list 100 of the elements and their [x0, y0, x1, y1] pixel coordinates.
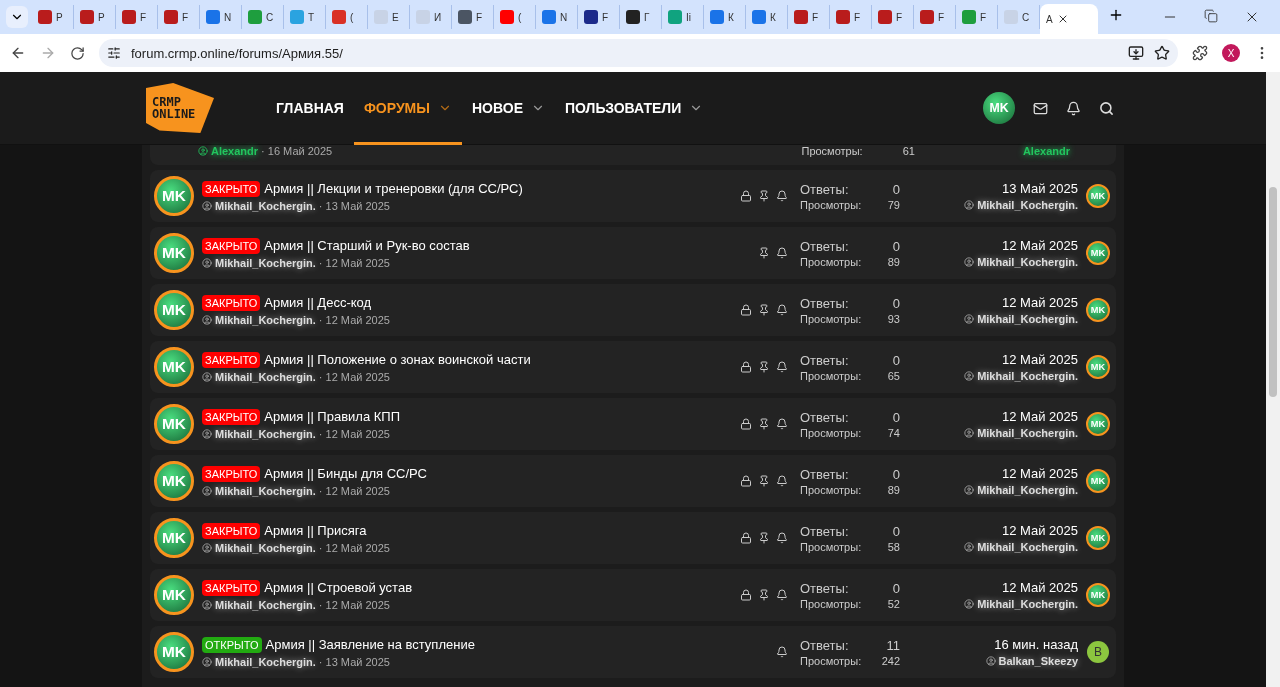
- browser-tab[interactable]: F: [788, 5, 830, 29]
- scrollbar-thumb[interactable]: [1269, 187, 1277, 397]
- author-name[interactable]: Mikhail_Kochergin.: [215, 313, 316, 326]
- browser-tab[interactable]: F: [158, 5, 200, 29]
- thread-row[interactable]: MK ЗАКРЫТО Армия || Лекции и тренеровки (для СС/РС) Mikhail_Kochergin. · 13 Май 2025 Ответы: 0 Просмотры: 79 13 Май 2025 Mikhail_Kochergin. MK: [150, 170, 1116, 222]
- site-settings-icon[interactable]: [107, 46, 121, 60]
- thread-title[interactable]: Армия || Десс-код: [264, 295, 372, 310]
- author-name[interactable]: Mikhail_Kochergin.: [977, 484, 1078, 496]
- thread-row[interactable]: MK ОТКРЫТО Армия || Заявление на вступление Mikhail_Kochergin. · 13 Май 2025 Ответы: 11 Просмотры: 242 16 мин. назад Balkan_Skeezy B: [150, 626, 1116, 678]
- thread-date: · 12 Май 2025: [318, 427, 390, 440]
- last-post-date[interactable]: 12 Май 2025: [1001, 523, 1078, 538]
- profile-button[interactable]: X: [1222, 44, 1240, 62]
- author-name[interactable]: Mikhail_Kochergin.: [215, 199, 316, 212]
- author-name[interactable]: Mikhail_Kochergin.: [215, 484, 316, 497]
- browser-tab[interactable]: N: [536, 5, 578, 29]
- author-name[interactable]: Mikhail_Kochergin.: [977, 370, 1078, 382]
- restore-icon[interactable]: [1204, 9, 1218, 23]
- last-post-date[interactable]: 16 мин. назад: [994, 637, 1078, 652]
- bookmark-icon[interactable]: [1154, 45, 1170, 61]
- user-icon: [964, 428, 975, 438]
- browser-tab[interactable]: С: [998, 5, 1040, 29]
- last-post-date[interactable]: 12 Май 2025: [1001, 466, 1078, 481]
- nav-tab[interactable]: ПОЛЬЗОВАТЕЛИ: [555, 72, 714, 145]
- address-bar[interactable]: forum.crmp.online/forums/Армия.55/: [99, 39, 1178, 67]
- last-post-date[interactable]: 12 Май 2025: [1001, 238, 1078, 253]
- author-name[interactable]: Mikhail_Kochergin.: [977, 598, 1078, 610]
- browser-tab[interactable]: F: [452, 5, 494, 29]
- author-name[interactable]: Alexandr: [211, 145, 259, 157]
- thread-row[interactable]: Alexandr · 16 Май 2025 Просмотры: 61 Alexandr: [150, 145, 1116, 165]
- user-icon: [202, 656, 212, 667]
- author-name[interactable]: Mikhail_Kochergin.: [215, 655, 316, 668]
- thread-title[interactable]: Армия || Присяга: [264, 523, 367, 538]
- browser-tab[interactable]: Е: [368, 5, 410, 29]
- browser-tab[interactable]: N: [200, 5, 242, 29]
- browser-tab[interactable]: F: [116, 5, 158, 29]
- thread-title[interactable]: Армия || Правила КПП: [264, 409, 401, 424]
- thread-title[interactable]: Армия || Строевой устав: [264, 580, 413, 595]
- author-name[interactable]: Mikhail_Kochergin.: [215, 598, 316, 611]
- thread-row[interactable]: MK ЗАКРЫТО Армия || Старший и Рук-во состав Mikhail_Kochergin. · 12 Май 2025 Ответы: 0 Просмотры: 89 12 Май 2025 Mikhail_Kochergin. MK: [150, 227, 1116, 279]
- new-tab-icon[interactable]: [1108, 7, 1124, 23]
- author-name[interactable]: Alexandr: [1022, 145, 1070, 157]
- browser-tab[interactable]: Г: [620, 5, 662, 29]
- thread-row[interactable]: MK ЗАКРЫТО Армия || Присяга Mikhail_Kochergin. · 12 Май 2025 Ответы: 0 Просмотры: 58 12 Май 2025 Mikhail_Kochergin. MK: [150, 512, 1116, 564]
- browser-tab[interactable]: Т: [284, 5, 326, 29]
- views-label: Просмотры:: [800, 597, 863, 610]
- author-name[interactable]: Mikhail_Kochergin.: [215, 370, 316, 383]
- author-name[interactable]: Mikhail_Kochergin.: [977, 256, 1078, 268]
- site-logo[interactable]: CRMP ONLINE: [146, 83, 214, 133]
- last-post-date[interactable]: 12 Май 2025: [1001, 295, 1078, 310]
- author-name[interactable]: Balkan_Skeezy: [998, 655, 1078, 667]
- browser-tab[interactable]: Іі: [662, 5, 704, 29]
- browser-tab[interactable]: F: [872, 5, 914, 29]
- thread-title[interactable]: Армия || Лекции и тренеровки (для СС/РС): [264, 181, 523, 196]
- mail-icon[interactable]: [1033, 100, 1048, 116]
- nav-tab[interactable]: НОВОЕ: [462, 72, 555, 145]
- browser-tab[interactable]: Р: [32, 5, 74, 29]
- browser-tab[interactable]: С: [242, 5, 284, 29]
- back-icon[interactable]: [10, 45, 26, 61]
- user-avatar[interactable]: B: [1087, 641, 1109, 663]
- reload-icon[interactable]: [70, 45, 85, 61]
- last-post-date[interactable]: 12 Май 2025: [1001, 352, 1078, 367]
- search-icon[interactable]: [1099, 100, 1114, 116]
- thread-title[interactable]: Армия || Заявление на вступление: [265, 637, 475, 652]
- browser-tab[interactable]: Р: [74, 5, 116, 29]
- browser-tab[interactable]: А: [1040, 4, 1098, 34]
- thread-row[interactable]: MK ЗАКРЫТО Армия || Бинды для СС/РС Mikhail_Kochergin. · 12 Май 2025 Ответы: 0 Просмотры: 89 12 Май 2025 Mikhail_Kochergin. MK: [150, 455, 1116, 507]
- browser-tab[interactable]: F: [956, 5, 998, 29]
- browser-tab[interactable]: И: [410, 5, 452, 29]
- author-name[interactable]: Mikhail_Kochergin.: [977, 313, 1078, 325]
- replies-count: 0: [891, 181, 900, 197]
- status-label: ЗАКРЫТО: [202, 237, 261, 254]
- last-post-date[interactable]: 13 Май 2025: [1001, 181, 1078, 196]
- thread-title[interactable]: Армия || Старший и Рук-во состав: [264, 238, 470, 253]
- thread-row[interactable]: MK ЗАКРЫТО Армия || Правила КПП Mikhail_Kochergin. · 12 Май 2025 Ответы: 0 Просмотры: 74 12 Май 2025 Mikhail_Kochergin. MK: [150, 398, 1116, 450]
- author-name[interactable]: Mikhail_Kochergin.: [215, 427, 316, 440]
- nav-tab[interactable]: ГЛАВНАЯ: [266, 72, 354, 145]
- author-name[interactable]: Mikhail_Kochergin.: [215, 256, 316, 269]
- author-name[interactable]: Mikhail_Kochergin.: [977, 427, 1078, 439]
- thread-row[interactable]: MK ЗАКРЫТО Армия || Положение о зонах воинской части Mikhail_Kochergin. · 12 Май 2025 Ответы: 0 Просмотры: 65 12 Май 2025 Mikhail_Kochergin. MK: [150, 341, 1116, 393]
- browser-tab[interactable]: К: [704, 5, 746, 29]
- browser-tab[interactable]: F: [914, 5, 956, 29]
- thread-title[interactable]: Армия || Бинды для СС/РС: [264, 466, 427, 481]
- thread-row[interactable]: MK ЗАКРЫТО Армия || Десс-код Mikhail_Kochergin. · 12 Май 2025 Ответы: 0 Просмотры: 93 12 Май 2025 Mikhail_Kochergin. MK: [150, 284, 1116, 336]
- browser-tab[interactable]: F: [830, 5, 872, 29]
- last-post-date[interactable]: 12 Май 2025: [1001, 580, 1078, 595]
- author-name[interactable]: Mikhail_Kochergin.: [977, 199, 1078, 211]
- thread-title[interactable]: Армия || Положение о зонах воинской части: [264, 352, 531, 367]
- browser-tab[interactable]: К: [746, 5, 788, 29]
- author-name[interactable]: Mikhail_Kochergin.: [977, 541, 1078, 553]
- bell-icon[interactable]: [1066, 100, 1081, 116]
- views-count: 79: [887, 198, 900, 211]
- browser-tab[interactable]: F: [578, 5, 620, 29]
- extensions-icon[interactable]: [1192, 45, 1208, 61]
- last-post-date[interactable]: 12 Май 2025: [1001, 409, 1078, 424]
- user-icon: [202, 257, 212, 268]
- install-icon[interactable]: [1128, 45, 1144, 61]
- author-name[interactable]: Mikhail_Kochergin.: [215, 541, 316, 554]
- browser-tab[interactable]: (: [494, 5, 536, 29]
- thread-row[interactable]: MK ЗАКРЫТО Армия || Строевой устав Mikhail_Kochergin. · 12 Май 2025 Ответы: 0 Просмотры: 52 12 Май 2025 Mikhail_Kochergin. MK: [150, 569, 1116, 621]
- browser-tab[interactable]: (: [326, 5, 368, 29]
